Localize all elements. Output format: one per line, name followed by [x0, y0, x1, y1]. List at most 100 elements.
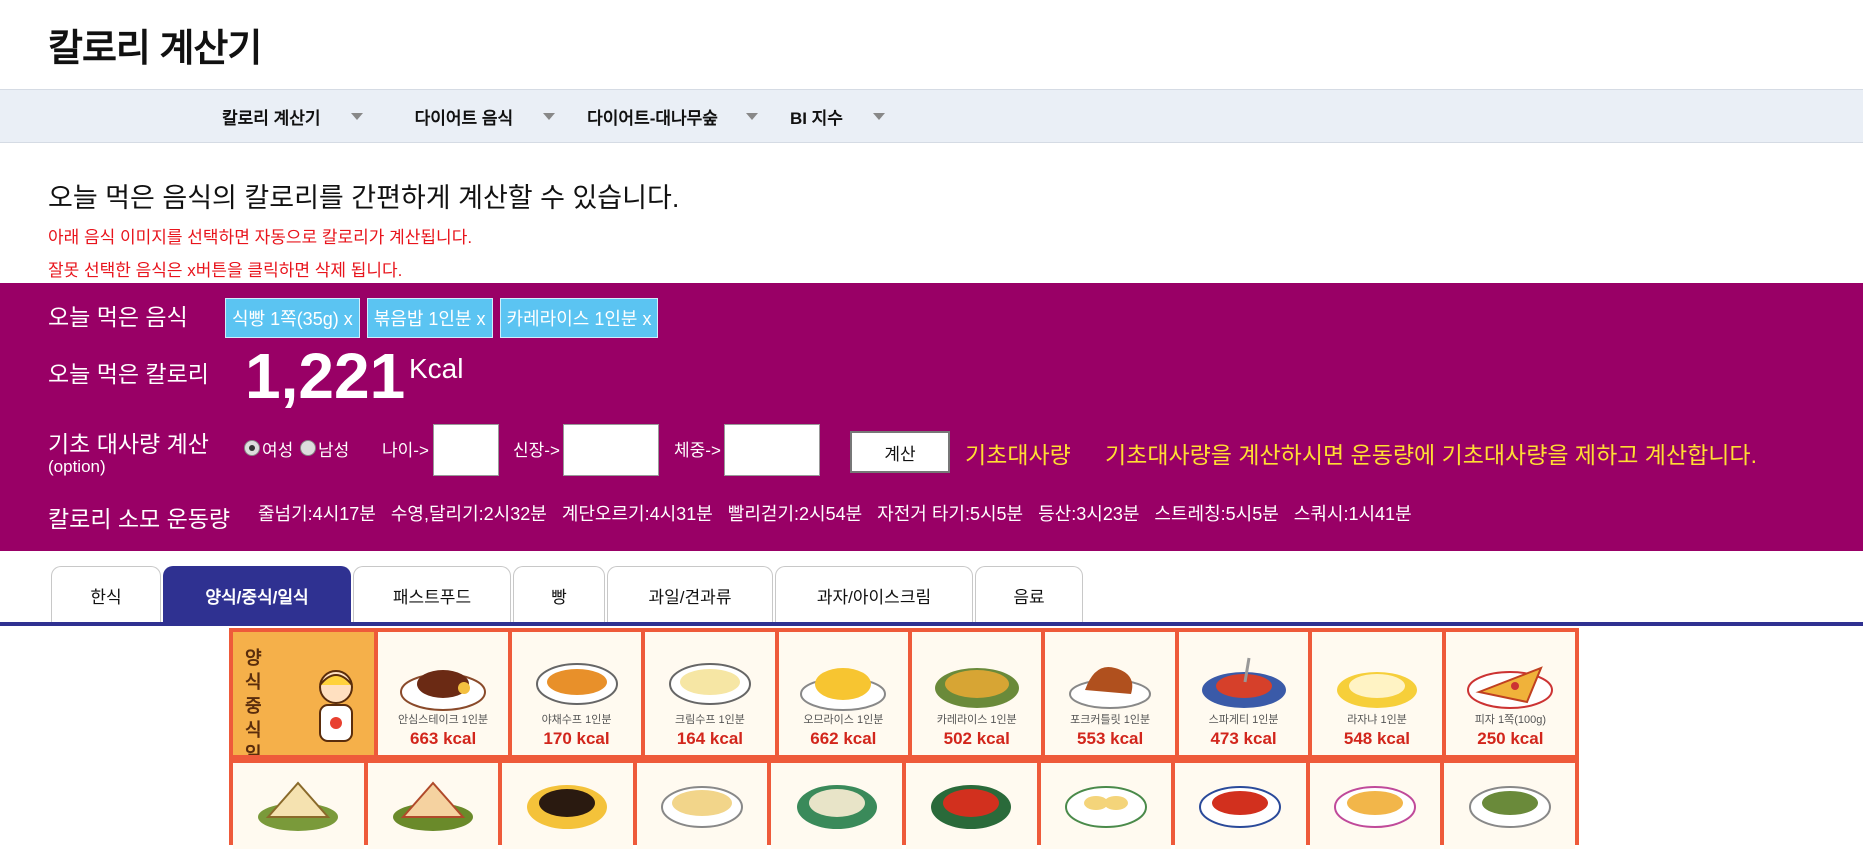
food-tile-pork-cutlet[interactable]: 포크커틀릿 1인분 553 kcal	[1045, 632, 1175, 755]
food-tile-curry-rice[interactable]: 카레라이스 1인분 502 kcal	[912, 632, 1042, 755]
gender-male-label: 남성	[318, 441, 350, 460]
nav-item-label: 칼로리 계산기	[222, 108, 321, 128]
japchae-dish-icon	[1468, 786, 1551, 828]
chevron-down-icon	[543, 112, 556, 120]
main-nav: 칼로리 계산기 다이어트 음식 다이어트-대나무숲 BI 지수	[0, 89, 1863, 143]
food-tile-spaghetti[interactable]: 스파게티 1인분 473 kcal	[1178, 632, 1309, 755]
food-tile[interactable]	[905, 763, 1037, 849]
tab-western-chinese-japanese[interactable]: 양식/중식/일식	[163, 566, 351, 624]
nav-item-diet-forum[interactable]: 다이어트-대나무숲	[587, 104, 758, 129]
food-kcal: 170 kcal	[543, 729, 610, 748]
food-kcal: 662 kcal	[810, 729, 877, 748]
food-tile-cream-soup[interactable]: 크림수프 1인분 164 kcal	[645, 632, 775, 755]
tab-drinks[interactable]: 음료	[975, 566, 1083, 624]
age-input[interactable]	[433, 424, 499, 476]
tab-fastfood[interactable]: 패스트푸드	[353, 566, 511, 624]
nav-item-diet-food[interactable]: 다이어트 음식	[415, 104, 556, 129]
intro-heading: 오늘 먹은 음식의 칼로리를 간편하게 계산할 수 있습니다.	[48, 183, 680, 213]
bmr-label: 기초 대사량 계산	[48, 431, 209, 457]
sandwich-icon	[392, 781, 473, 831]
food-kcal: 502 kcal	[943, 729, 1010, 748]
site-header: 칼로리 계산기	[0, 0, 1863, 89]
exercise-item: 스쿼시:1시41분	[1293, 504, 1412, 524]
spicy-soup-icon	[931, 785, 1012, 829]
calories-eaten-label: 오늘 먹은 칼로리	[48, 361, 209, 387]
category-tabs: 한식 양식/중식/일식 패스트푸드 빵 과일/견과류 과자/아이스크림 음료	[51, 566, 1085, 624]
gender-female-radio[interactable]	[244, 440, 260, 456]
food-tag-curry-rice[interactable]: 카레라이스 1인분 x	[499, 298, 659, 338]
sandwich-icon	[258, 781, 339, 831]
nav-item-label: 다이어트 음식	[414, 108, 514, 128]
bmr-row: 기초 대사량 계산 (option) 여성 남성 나이-> 신장-> 체중-> …	[0, 403, 1863, 476]
tab-korean[interactable]: 한식	[51, 566, 161, 624]
exercise-item: 빨리걷기:2시54분	[727, 504, 863, 524]
nav-item-label: BI 지수	[789, 108, 843, 128]
intro-section: 오늘 먹은 음식의 칼로리를 간편하게 계산할 수 있습니다. 아래 음식 이미…	[0, 143, 1863, 283]
exercise-item: 등산:3시23분	[1038, 504, 1140, 524]
gender-male-radio[interactable]	[300, 440, 316, 456]
food-tile[interactable]	[233, 763, 364, 849]
intro-note-delete: 잘못 선택한 음식은 x버튼을 클릭하면 삭제 됩니다.	[48, 261, 403, 280]
nav-item-bi-index[interactable]: BI 지수	[790, 104, 885, 129]
nav-item-label: 다이어트-대나무숲	[587, 108, 718, 128]
lasagna-dish-icon	[1336, 672, 1417, 708]
food-tile[interactable]	[1309, 763, 1441, 849]
spaghetti-dish-icon	[1201, 657, 1286, 708]
noodle-bowl-icon	[527, 785, 608, 829]
dumpling-dish-icon	[1064, 786, 1147, 828]
food-tile[interactable]	[1175, 763, 1306, 849]
exercise-item: 자전거 타기:5시5분	[877, 504, 1024, 524]
food-kcal: 548 kcal	[1343, 729, 1411, 748]
height-label: 신장->	[513, 441, 560, 460]
food-kcal: 250 kcal	[1477, 729, 1544, 748]
height-input[interactable]	[563, 424, 659, 476]
sweet-sour-dish-icon	[1199, 786, 1282, 828]
exercise-label: 칼로리 소모 운동량	[48, 506, 231, 532]
exercise-item: 줄넘기:4시17분	[258, 504, 376, 524]
tab-snacks-icecream[interactable]: 과자/아이스크림	[775, 566, 973, 624]
food-kcal: 553 kcal	[1077, 729, 1144, 748]
intro-note-select: 아래 음식 이미지를 선택하면 자동으로 칼로리가 계산됩니다.	[48, 228, 473, 247]
curry-dish-icon	[934, 668, 1019, 708]
weight-input[interactable]	[724, 424, 820, 476]
food-tile-omurice[interactable]: 오므라이스 1인분 662 kcal	[778, 632, 909, 755]
tab-bread[interactable]: 빵	[513, 566, 605, 624]
cook-illustration-icon	[319, 670, 354, 742]
fried-rice-dish-icon	[661, 786, 744, 828]
food-tag-bread[interactable]: 식빵 1쪽(35g) x	[225, 298, 360, 338]
nav-item-calorie-calculator[interactable]: 칼로리 계산기	[222, 104, 363, 129]
chevron-down-icon	[872, 112, 885, 120]
exercise-item: 스트레칭:5시5분	[1154, 504, 1279, 524]
bmr-result-label: 기초대사량	[965, 442, 1071, 468]
total-calories: 1,221	[245, 340, 406, 412]
cutlet-dish-icon	[1069, 666, 1152, 709]
food-tile-lasagna[interactable]: 라자냐 1인분 548 kcal	[1312, 632, 1442, 755]
food-tile-vegetable-soup[interactable]: 야채수프 1인분 170 kcal	[511, 632, 642, 755]
food-grid: 양식 중식 일식 안심스테이크 1인분 663 kcal 야채수프 1인분	[229, 628, 1579, 849]
category-header-text: 양식 중식 일식	[245, 648, 262, 755]
weight-label: 체중->	[674, 441, 721, 460]
food-tile[interactable]	[1040, 763, 1172, 849]
food-tile[interactable]	[771, 763, 902, 849]
noodle-soup-icon	[796, 785, 877, 829]
food-tile[interactable]	[636, 763, 768, 849]
food-tile[interactable]	[1444, 763, 1575, 849]
selected-foods: 식빵 1쪽(35g) x 볶음밥 1인분 x 카레라이스 1인분 x	[225, 298, 665, 338]
tab-fruit-nuts[interactable]: 과일/견과류	[607, 566, 773, 624]
calorie-unit: Kcal	[409, 353, 464, 384]
food-tile[interactable]	[502, 763, 633, 849]
calculate-button[interactable]: 계산	[850, 431, 950, 473]
soup-bowl-icon	[668, 663, 751, 705]
soup-bowl-icon	[535, 663, 618, 705]
food-tag-fried-rice[interactable]: 볶음밥 1인분 x	[366, 298, 493, 338]
page-title: 칼로리 계산기	[48, 28, 262, 70]
category-header-tile: 양식 중식 일식	[233, 632, 375, 755]
food-grid-row: 양식 중식 일식 안심스테이크 1인분 663 kcal 야채수프 1인분	[231, 630, 1577, 757]
food-tile-pizza[interactable]: 피자 1쪽(100g) 250 kcal	[1445, 632, 1576, 755]
food-tile-steak[interactable]: 안심스테이크 1인분 663 kcal	[378, 632, 508, 755]
food-tile[interactable]	[367, 763, 499, 849]
chevron-down-icon	[350, 112, 363, 120]
exercise-item: 수영,달리기:2시32분	[390, 504, 547, 524]
tab-underline	[0, 622, 1863, 626]
foods-eaten-label: 오늘 먹은 음식	[48, 304, 188, 330]
